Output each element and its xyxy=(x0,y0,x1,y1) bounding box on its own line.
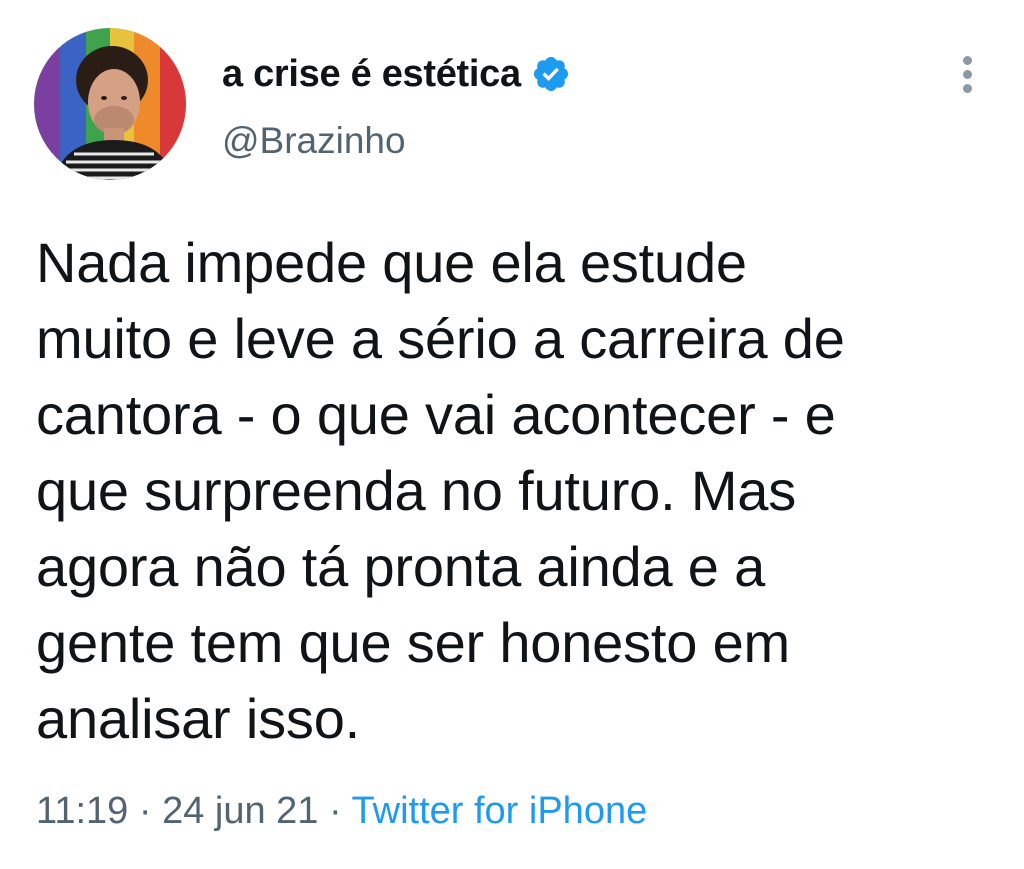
tweet-source-link[interactable]: Twitter for iPhone xyxy=(352,790,648,832)
avatar[interactable] xyxy=(34,28,186,180)
tweet-text-line: agora não tá pronta ainda e a xyxy=(36,535,766,598)
meta-separator: · xyxy=(318,790,352,832)
verified-badge-icon xyxy=(531,54,571,94)
tweet-text-line: analisar isso. xyxy=(36,687,361,750)
more-vertical-icon xyxy=(963,56,972,65)
author-name-row[interactable]: a crise é estética xyxy=(222,50,571,98)
tweet-text-line: cantora - o que vai acontecer - e xyxy=(36,383,836,446)
tweet-text-line: muito e leve a sério a carreira de xyxy=(36,307,845,370)
tweet-meta: 11:19 · 24 jun 21 · Twitter for iPhone xyxy=(36,786,647,836)
avatar-photo xyxy=(34,28,186,180)
tweet-text-line: Nada impede que ela estude xyxy=(36,231,747,294)
meta-separator: · xyxy=(128,790,163,832)
tweet-time[interactable]: 11:19 xyxy=(36,790,128,832)
tweet-text-line: que surpreenda no futuro. Mas xyxy=(36,459,797,522)
tweet-text-line: gente tem que ser honesto em xyxy=(36,611,790,674)
author-handle[interactable]: @Brazinho xyxy=(222,120,406,162)
display-name: a crise é estética xyxy=(222,52,521,95)
tweet-date[interactable]: 24 jun 21 xyxy=(162,790,318,832)
tweet-card: a crise é estética @Brazinho Nada impede… xyxy=(0,0,1024,869)
more-options-button[interactable] xyxy=(950,52,986,96)
tweet-text: Nada impede que ela estude muito e leve … xyxy=(36,225,996,757)
